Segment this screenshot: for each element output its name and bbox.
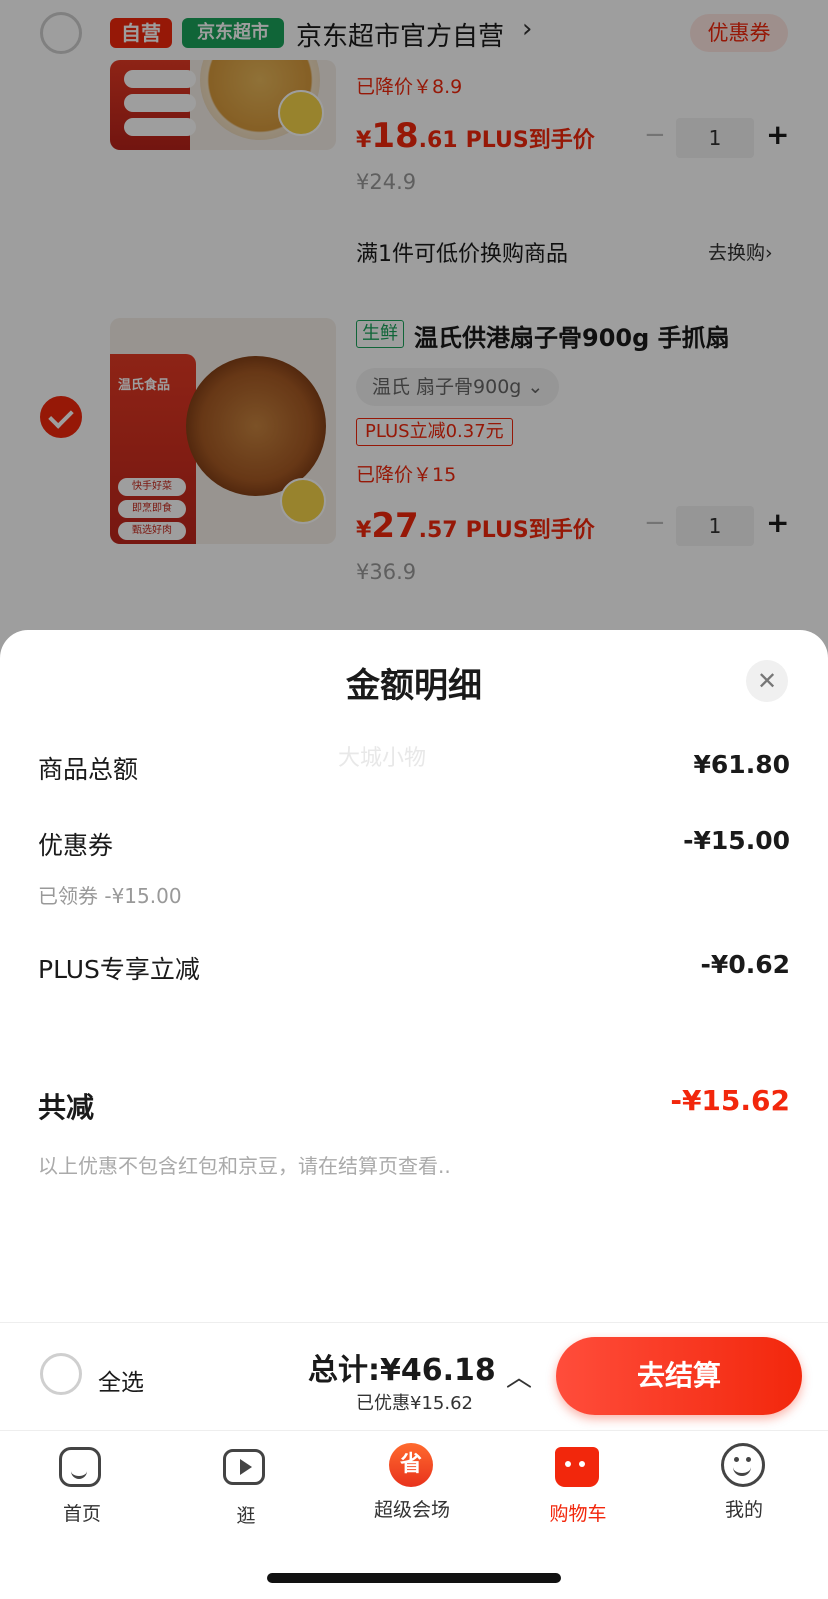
coupon-value: -¥15.00 [683,826,790,855]
tab-label: 我的 [724,1499,763,1521]
video-icon [223,1449,265,1485]
total-price: 总计:¥46.18 [308,1353,496,1388]
plus-price: ¥27.57 PLUS到手价 [356,506,595,546]
promo-badge-icon [278,90,324,136]
price-cut-text: 已降价￥8.9 [356,76,463,98]
self-operated-tag: 自营 [110,18,172,48]
close-icon[interactable]: ✕ [746,660,788,702]
total-discount-label: 共减 [38,1091,95,1124]
qty-plus-button[interactable]: + [766,118,789,151]
original-price: ¥24.9 [356,170,417,194]
profile-icon [721,1443,765,1487]
product-title[interactable]: 温氏供港扇子骨900g 手抓扇 [414,318,730,353]
tab-label: 首页 [62,1503,101,1525]
checkout-button[interactable]: 去结算 [556,1337,802,1415]
coupon-sub-text: 已领券 -¥15.00 [38,884,182,908]
price-cut-text: 已降价￥15 [356,464,457,486]
spec-selector[interactable]: 温氏 扇子骨900g ⌄ [356,368,560,406]
plus-discount-label: PLUS专享立减 [38,955,200,984]
product-image-1[interactable] [110,60,336,150]
checkout-bar: 全选 总计:¥46.18 已优惠¥15.62 ︿ 去结算 [0,1322,828,1430]
image-brand-text: 温氏食品 [118,378,171,393]
amount-detail-sheet: 金额明细 ✕ 大城小物 商品总额 ¥61.80 优惠券 -¥15.00 已领券 … [0,630,828,1330]
original-price: ¥36.9 [356,560,417,584]
tab-browse[interactable]: 逛 [186,1443,306,1528]
product-image-2[interactable]: 温氏食品 快手好菜 即烹即食 甄选好肉 [110,318,336,544]
exchange-link[interactable]: 去换购› [708,238,773,265]
qty-input[interactable]: 1 [676,506,754,546]
bottom-tab-bar: 首页 逛 省 超级会场 购物车 我的 [0,1430,828,1599]
chevron-up-icon[interactable]: ︿ [506,1357,532,1394]
tab-cart[interactable]: 购物车 [518,1443,638,1526]
exchange-promo-text: 满1件可低价换购商品 [356,242,568,267]
discount-note: 以上优惠不包含红包和京豆，请在结算页查看.. [38,1154,451,1178]
qty-minus-button[interactable]: − [644,120,666,150]
saved-amount: 已优惠¥15.62 [356,1393,473,1414]
coupon-label: 优惠券 [38,831,114,860]
item-select-radio[interactable] [40,396,82,438]
tab-home[interactable]: 首页 [22,1443,142,1526]
home-indicator [267,1573,561,1583]
plus-price: ¥18.61 PLUS到手价 [356,116,595,156]
plus-discount-tag: PLUS立减0.37元 [356,418,513,446]
chevron-right-icon[interactable]: › [522,14,532,44]
tab-label: 超级会场 [373,1499,450,1521]
tab-super-venue[interactable]: 省 超级会场 [352,1443,472,1522]
watermark-text: 大城小物 [338,746,427,771]
select-all-radio[interactable] [40,1353,82,1395]
coupon-button[interactable]: 优惠券 [690,14,788,52]
cart-icon [555,1447,599,1487]
shop-name[interactable]: 京东超市官方自营 [296,16,504,53]
total-discount-value: -¥15.62 [670,1084,790,1117]
promo-badge-icon [280,478,326,524]
fresh-tag: 生鲜 [356,320,404,348]
subtotal-label: 商品总额 [38,755,139,784]
plus-discount-value: -¥0.62 [700,950,790,979]
shop-select-radio[interactable] [40,12,82,54]
qty-minus-button[interactable]: − [644,508,666,538]
tab-label: 逛 [236,1505,256,1527]
super-venue-icon: 省 [389,1443,433,1487]
subtotal-value: ¥61.80 [693,750,790,779]
tab-profile[interactable]: 我的 [684,1443,804,1522]
qty-input[interactable]: 1 [676,118,754,158]
jd-market-tag: 京东超市 [182,18,284,48]
qty-plus-button[interactable]: + [766,506,789,539]
tab-label: 购物车 [549,1503,607,1525]
home-icon [59,1447,101,1487]
select-all-label[interactable]: 全选 [98,1363,144,1397]
sheet-title: 金额明细 [346,666,482,706]
